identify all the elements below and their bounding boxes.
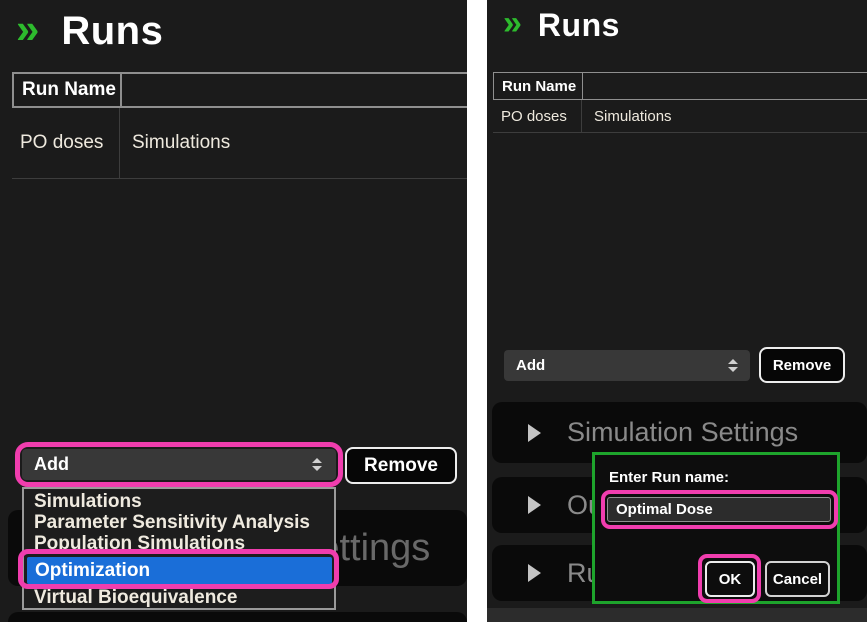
run-name-input[interactable] bbox=[607, 497, 831, 522]
ok-button-label: OK bbox=[719, 571, 742, 588]
table-header-row: Run Name bbox=[493, 72, 867, 100]
add-dropdown-value: Add bbox=[516, 357, 545, 374]
remove-run-button[interactable]: Remove bbox=[345, 447, 457, 484]
add-dropdown-value: Add bbox=[34, 454, 69, 475]
double-chevron-icon: » bbox=[503, 4, 522, 42]
menu-item-simulations[interactable]: Simulations bbox=[24, 491, 334, 512]
run-type-cell[interactable]: Simulations bbox=[582, 108, 672, 125]
table-header-row: Run Name bbox=[12, 72, 467, 108]
cancel-button[interactable]: Cancel bbox=[765, 561, 830, 597]
remove-run-button[interactable]: Remove bbox=[759, 347, 845, 383]
collapsed-triangle-icon bbox=[528, 564, 541, 582]
menu-item-population-simulations[interactable]: Population Simulations bbox=[24, 533, 334, 554]
table-row[interactable]: PO doses Simulations bbox=[12, 108, 467, 179]
add-run-menu: Simulations Parameter Sensitivity Analys… bbox=[22, 487, 336, 610]
runs-table: Run Name PO doses Simulations bbox=[12, 72, 467, 179]
next-section-header[interactable] bbox=[8, 612, 467, 622]
remove-button-label: Remove bbox=[773, 357, 831, 374]
dialog-prompt-label: Enter Run name: bbox=[609, 469, 729, 486]
runs-header: » Runs bbox=[503, 4, 620, 46]
page-title: Runs bbox=[61, 6, 163, 56]
remove-button-label: Remove bbox=[364, 455, 438, 477]
menu-item-parameter-sensitivity-analysis[interactable]: Parameter Sensitivity Analysis bbox=[24, 512, 334, 533]
run-type-cell[interactable]: Simulations bbox=[120, 132, 230, 154]
dropdown-spinner-icon bbox=[728, 359, 738, 372]
run-name-column-header: Run Name bbox=[494, 73, 583, 99]
left-screenshot-panel: » Runs Run Name PO doses Simulations Sim… bbox=[0, 0, 467, 622]
run-name-cell[interactable]: PO doses bbox=[493, 100, 582, 132]
section-label: Simulation Settings bbox=[567, 417, 798, 448]
add-run-dropdown[interactable]: Add bbox=[22, 449, 336, 480]
double-chevron-icon: » bbox=[16, 6, 39, 52]
cancel-button-label: Cancel bbox=[773, 571, 822, 588]
dropdown-spinner-icon bbox=[312, 458, 322, 471]
enter-run-name-dialog: Enter Run name: OK Cancel bbox=[592, 452, 840, 604]
panel-bottom-strip bbox=[487, 608, 867, 622]
collapsed-triangle-icon bbox=[528, 496, 541, 514]
runs-header: » Runs bbox=[16, 6, 163, 56]
runs-table: Run Name PO doses Simulations bbox=[493, 72, 867, 133]
menu-item-optimization-selected[interactable]: Optimization bbox=[27, 557, 332, 584]
run-name-cell[interactable]: PO doses bbox=[12, 108, 120, 178]
ok-button[interactable]: OK bbox=[705, 561, 755, 597]
run-name-column-header: Run Name bbox=[14, 74, 122, 106]
right-screenshot-panel: » Runs Run Name PO doses Simulations Add… bbox=[487, 0, 867, 622]
add-run-dropdown[interactable]: Add bbox=[504, 350, 750, 381]
collapsed-triangle-icon bbox=[528, 424, 541, 442]
page-title: Runs bbox=[538, 4, 620, 46]
menu-item-virtual-bioequivalence[interactable]: Virtual Bioequivalence bbox=[24, 587, 334, 608]
table-row[interactable]: PO doses Simulations bbox=[493, 100, 867, 133]
